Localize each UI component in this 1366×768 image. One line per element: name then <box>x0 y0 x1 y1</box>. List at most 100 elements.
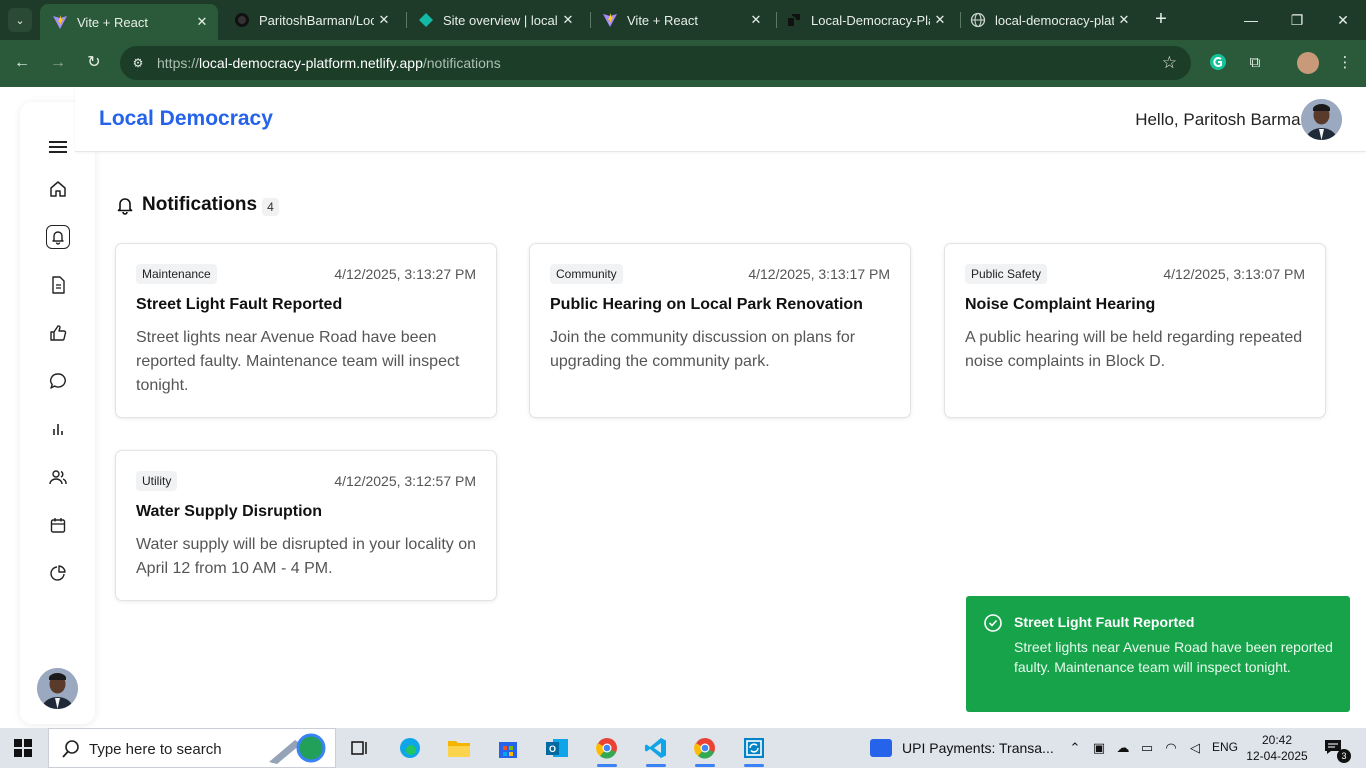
address-bar[interactable]: ⚙ https://local-democracy-platform.netli… <box>120 46 1191 80</box>
url-scheme: https:// <box>157 55 200 71</box>
category-badge: Community <box>550 264 623 284</box>
chrome-profile-icon[interactable] <box>690 733 720 767</box>
meet-now-icon[interactable]: ▣ <box>1089 738 1109 758</box>
notification-body: Street lights near Avenue Road have been… <box>136 329 460 394</box>
document-icon[interactable] <box>46 273 70 297</box>
microsoft-store-icon[interactable] <box>493 733 523 763</box>
notification-count-badge: 3 <box>1337 749 1351 763</box>
action-center-icon[interactable]: 3 <box>1323 737 1351 763</box>
menu-icon[interactable] <box>46 135 70 159</box>
thumbs-up-icon[interactable] <box>46 321 70 345</box>
bar-chart-icon[interactable] <box>46 417 70 441</box>
notification-count-badge: 4 <box>262 197 279 216</box>
remote-app-icon[interactable] <box>739 733 769 767</box>
check-circle-icon <box>984 614 1002 632</box>
notification-card[interactable]: Community 4/12/2025, 3:13:17 PM Public H… <box>529 243 911 418</box>
notification-card[interactable]: Public Safety 4/12/2025, 3:13:07 PM Nois… <box>944 243 1326 418</box>
back-button[interactable]: ← <box>10 51 34 75</box>
battery-icon[interactable]: ▭ <box>1137 738 1157 758</box>
sidebar <box>20 102 95 724</box>
close-icon[interactable]: ✕ <box>192 14 212 30</box>
search-highlight-icon <box>269 733 326 764</box>
tab-title: ParitoshBarman/Local <box>259 12 374 28</box>
category-badge: Maintenance <box>136 264 217 284</box>
volume-icon[interactable]: ◁ <box>1185 738 1205 758</box>
users-icon[interactable] <box>46 465 70 489</box>
pie-chart-icon[interactable] <box>46 561 70 585</box>
app-header: Local Democracy Hello, Paritosh Barman <box>75 87 1366 152</box>
user-greeting: Hello, Paritosh Barman <box>1135 110 1310 129</box>
notification-time: 4/12/2025, 3:13:27 PM <box>334 266 476 282</box>
onedrive-icon[interactable]: ☁ <box>1113 738 1133 758</box>
notification-card[interactable]: Utility 4/12/2025, 3:12:57 PM Water Supp… <box>115 450 497 601</box>
url-text[interactable]: https://local-democracy-platform.netlify… <box>157 55 501 71</box>
tab-netlify[interactable]: Site overview | local-d ✕ <box>406 0 584 40</box>
tab-vite-react[interactable]: Vite + React ✕ <box>590 0 772 40</box>
github-icon <box>235 13 249 27</box>
vite-icon <box>53 15 67 29</box>
upi-app-icon <box>870 739 892 757</box>
new-tab-button[interactable]: + <box>1150 8 1172 30</box>
taskbar-upi-window[interactable]: UPI Payments: Transa... <box>870 728 1054 768</box>
header-avatar[interactable] <box>1301 99 1342 140</box>
task-view-icon[interactable] <box>345 733 375 763</box>
close-icon[interactable]: ✕ <box>746 12 766 28</box>
chat-icon[interactable] <box>46 369 70 393</box>
browser-toolbar: ← → ↻ ⚙ https://local-democracy-platform… <box>0 40 1366 87</box>
tab-globe[interactable]: local-democracy-platf ✕ <box>958 0 1140 40</box>
toast-notification[interactable]: Street Light Fault Reported Street light… <box>966 596 1350 712</box>
show-hidden-icons-icon[interactable]: ⌃ <box>1065 738 1085 758</box>
tab-title: Site overview | local-d <box>443 12 558 28</box>
tab-title: Local-Democracy-Pla <box>811 12 930 28</box>
browser-menu-icon[interactable]: ⋮ <box>1334 52 1356 74</box>
home-icon[interactable] <box>46 177 70 201</box>
bell-icon[interactable] <box>46 225 70 249</box>
profile-avatar-icon[interactable] <box>1297 52 1319 74</box>
notification-card[interactable]: Maintenance 4/12/2025, 3:13:27 PM Street… <box>115 243 497 418</box>
edge-icon[interactable] <box>395 733 425 763</box>
reload-button[interactable]: ↻ <box>82 51 106 75</box>
user-avatar[interactable] <box>37 668 78 709</box>
browser-tab-strip: ⌄ Vite + React ✕ ParitoshBarman/Local ✕ … <box>0 0 1366 40</box>
windows-start-icon[interactable] <box>14 739 32 757</box>
notification-body: Join the community discussion on plans f… <box>550 329 856 370</box>
taskbar-search-box[interactable]: Type here to search <box>48 728 336 768</box>
extensions-icon[interactable]: ⧉ <box>1244 52 1266 74</box>
tab-vite-react-active[interactable]: Vite + React ✕ <box>40 4 218 40</box>
category-badge: Public Safety <box>965 264 1048 284</box>
chrome-icon[interactable] <box>592 733 622 767</box>
close-icon[interactable]: ✕ <box>930 12 950 28</box>
calendar-icon[interactable] <box>46 513 70 537</box>
netlify-icon <box>419 13 433 27</box>
close-window-button[interactable]: ✕ <box>1320 0 1366 40</box>
site-info-icon[interactable]: ⚙ <box>130 55 146 71</box>
outlook-icon[interactable]: O <box>542 733 572 763</box>
vite-icon <box>603 13 617 27</box>
tab-github[interactable]: ParitoshBarman/Local ✕ <box>222 0 400 40</box>
tab-render[interactable]: Local-Democracy-Pla ✕ <box>774 0 956 40</box>
notification-body: A public hearing will be held regarding … <box>965 329 1303 370</box>
globe-icon <box>970 12 986 28</box>
vscode-icon[interactable] <box>641 733 671 767</box>
bookmark-star-icon[interactable]: ☆ <box>1162 53 1177 73</box>
file-explorer-icon[interactable] <box>444 733 474 763</box>
tab-search-button[interactable]: ⌄ <box>8 8 32 32</box>
svg-text:O: O <box>549 744 556 754</box>
forward-button[interactable]: → <box>46 51 70 75</box>
minimize-button[interactable]: — <box>1228 0 1274 40</box>
taskbar-clock[interactable]: 20:42 12-04-2025 <box>1246 732 1308 764</box>
windows-taskbar: Type here to search O UPI Payments: Tran… <box>0 728 1366 768</box>
page-title: Notifications <box>142 194 258 215</box>
language-indicator[interactable]: ENG <box>1212 740 1238 754</box>
search-placeholder: Type here to search <box>89 741 222 758</box>
notification-title: Water Supply Disruption <box>136 503 323 520</box>
restore-button[interactable]: ❐ <box>1274 0 1320 40</box>
brand-title[interactable]: Local Democracy <box>99 107 273 131</box>
notification-title: Noise Complaint Hearing <box>965 296 1156 313</box>
close-icon[interactable]: ✕ <box>1114 12 1134 28</box>
close-icon[interactable]: ✕ <box>558 12 578 28</box>
close-icon[interactable]: ✕ <box>374 12 394 28</box>
grammarly-icon[interactable] <box>1207 52 1229 74</box>
notification-time: 4/12/2025, 3:13:07 PM <box>1163 266 1305 282</box>
wifi-icon[interactable]: ◠ <box>1161 738 1181 758</box>
